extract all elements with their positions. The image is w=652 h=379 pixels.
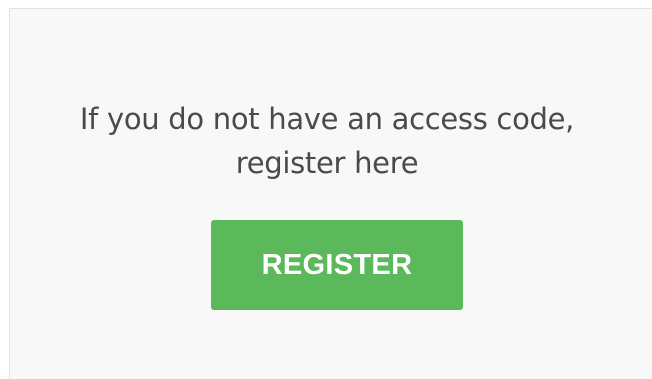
- register-button[interactable]: REGISTER: [211, 220, 463, 310]
- register-panel: If you do not have an access code, regis…: [9, 8, 652, 379]
- register-prompt: If you do not have an access code, regis…: [1, 97, 652, 185]
- register-prompt-line-1: If you do not have an access code,: [79, 102, 575, 136]
- register-prompt-line-2: register here: [235, 146, 419, 180]
